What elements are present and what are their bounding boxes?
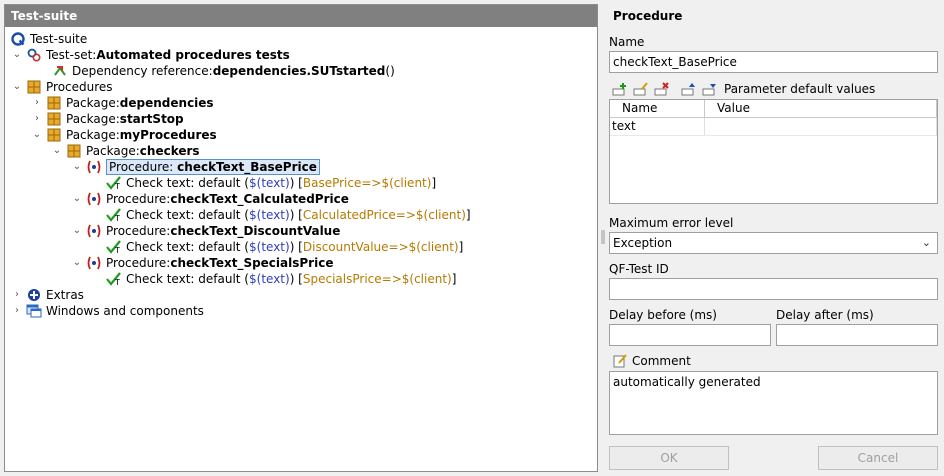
svg-text:T: T	[114, 182, 120, 190]
tree-node-dependency-reference[interactable]: Dependency reference: dependencies.SUTst…	[5, 63, 597, 79]
test-suite-tree-panel: Test-suite Test-suite ⌄ Test-set: Automa…	[4, 4, 598, 472]
detail-panel-title: Procedure	[613, 9, 683, 23]
tree-node-procedure-checktext-baseprice[interactable]: ⌄ Procedure: checkText_BasePrice	[5, 159, 597, 175]
parameter-table[interactable]: Name Value text	[609, 99, 938, 204]
tree-node-check-text[interactable]: T Check text: default ($(text)) [Discoun…	[5, 239, 597, 255]
table-cell-value[interactable]	[705, 118, 937, 135]
tree-node-procedure-checktext-specialsprice[interactable]: ⌄ Procedure: checkText_SpecialsPrice	[5, 255, 597, 271]
comment-label-row: Comment	[613, 354, 691, 368]
delay-after-field[interactable]	[776, 324, 938, 346]
chevron-down-icon[interactable]: ⌄	[72, 255, 82, 271]
test-suite-tree[interactable]: Test-suite ⌄ Test-set: Automated procedu…	[5, 27, 597, 319]
edit-row-icon[interactable]	[632, 81, 650, 97]
add-row-icon[interactable]	[611, 81, 629, 97]
delay-before-field[interactable]	[609, 324, 771, 346]
table-row[interactable]: text	[610, 118, 937, 136]
max-error-level-label: Maximum error level	[609, 216, 734, 230]
chevron-right-icon[interactable]: ›	[12, 303, 22, 319]
name-field[interactable]: checkText_BasePrice	[609, 51, 938, 73]
tree-node-label: Test-suite	[30, 32, 88, 46]
chevron-down-icon[interactable]: ⌄	[12, 47, 22, 63]
cancel-button[interactable]: Cancel	[818, 446, 938, 470]
chevron-right-icon[interactable]: ›	[12, 287, 22, 303]
test-suite-icon	[10, 32, 26, 46]
procedure-icon	[86, 160, 102, 174]
tree-node-procedure-checktext-discountvalue[interactable]: ⌄ Procedure: checkText_DiscountValue	[5, 223, 597, 239]
column-header-value[interactable]: Value	[705, 100, 937, 117]
delete-row-icon[interactable]	[653, 81, 671, 97]
tree-node-package-myprocedures[interactable]: ⌄ Package: myProcedures	[5, 127, 597, 143]
svg-text:T: T	[114, 214, 120, 222]
max-error-level-select[interactable]: Exception ⌄	[609, 232, 938, 254]
tree-node-test-set[interactable]: ⌄ Test-set: Automated procedures tests	[5, 47, 597, 63]
package-icon	[46, 112, 62, 126]
chevron-right-icon[interactable]: ›	[32, 95, 42, 111]
procedure-icon	[86, 256, 102, 270]
check-text-icon: T	[106, 272, 122, 286]
qftest-id-field[interactable]	[609, 278, 938, 300]
procedure-icon	[86, 224, 102, 238]
chevron-down-icon[interactable]: ⌄	[72, 223, 82, 239]
chevron-right-icon[interactable]: ›	[32, 111, 42, 127]
chevron-down-icon[interactable]: ⌄	[32, 127, 42, 143]
tree-node-test-suite[interactable]: Test-suite	[5, 31, 597, 47]
svg-text:T: T	[114, 278, 120, 286]
chevron-down-icon[interactable]: ⌄	[72, 159, 82, 175]
package-icon	[46, 128, 62, 142]
tree-node-windows-and-components[interactable]: › Windows and components	[5, 303, 597, 319]
check-text-icon: T	[106, 208, 122, 222]
dependency-reference-icon	[52, 64, 68, 78]
check-text-icon: T	[106, 240, 122, 254]
tree-node-check-text[interactable]: T Check text: default ($(text)) [BasePri…	[5, 175, 597, 191]
test-set-icon	[26, 48, 42, 62]
parameter-table-header: Name Value	[610, 100, 937, 118]
table-cell-name[interactable]: text	[610, 118, 705, 135]
tree-panel-title: Test-suite	[5, 5, 597, 27]
procedures-icon	[26, 80, 42, 94]
delay-before-label: Delay before (ms)	[609, 308, 717, 322]
windows-icon	[26, 304, 42, 318]
name-label: Name	[609, 35, 645, 49]
procedure-icon	[86, 192, 102, 206]
tree-node-check-text[interactable]: T Check text: default ($(text)) [Special…	[5, 271, 597, 287]
tree-node-procedure-checktext-calculatedprice[interactable]: ⌄ Procedure: checkText_CalculatedPrice	[5, 191, 597, 207]
package-icon	[66, 144, 82, 158]
tree-node-package-startstop[interactable]: › Package: startStop	[5, 111, 597, 127]
tree-node-package-dependencies[interactable]: › Package: dependencies	[5, 95, 597, 111]
tree-node-package-checkers[interactable]: ⌄ Package: checkers	[5, 143, 597, 159]
delay-after-label: Delay after (ms)	[776, 308, 874, 322]
procedure-detail-panel: Procedure Name checkText_BasePrice Param…	[608, 0, 940, 476]
extras-icon	[26, 288, 42, 302]
selected-tree-item[interactable]: Procedure: checkText_BasePrice	[106, 159, 320, 175]
move-up-icon[interactable]	[680, 81, 698, 97]
parameter-default-values-label: Parameter default values	[724, 82, 876, 96]
column-header-name[interactable]: Name	[610, 100, 705, 117]
chevron-down-icon: ⌄	[921, 236, 931, 249]
chevron-down-icon[interactable]: ⌄	[12, 79, 22, 95]
comment-edit-icon[interactable]	[613, 354, 627, 368]
move-down-icon[interactable]	[701, 81, 719, 97]
comment-textarea[interactable]: automatically generated	[609, 371, 938, 435]
splitter-grip[interactable]	[601, 230, 605, 244]
package-icon	[46, 96, 62, 110]
parameter-toolbar: Parameter default values	[611, 80, 875, 98]
check-text-icon: T	[106, 176, 122, 190]
tree-node-procedures[interactable]: ⌄ Procedures	[5, 79, 597, 95]
svg-text:T: T	[114, 246, 120, 254]
ok-button[interactable]: OK	[609, 446, 729, 470]
chevron-down-icon[interactable]: ⌄	[72, 191, 82, 207]
tree-node-extras[interactable]: › Extras	[5, 287, 597, 303]
qftest-id-label: QF-Test ID	[609, 262, 669, 276]
tree-node-check-text[interactable]: T Check text: default ($(text)) [Calcula…	[5, 207, 597, 223]
chevron-down-icon[interactable]: ⌄	[52, 143, 62, 159]
